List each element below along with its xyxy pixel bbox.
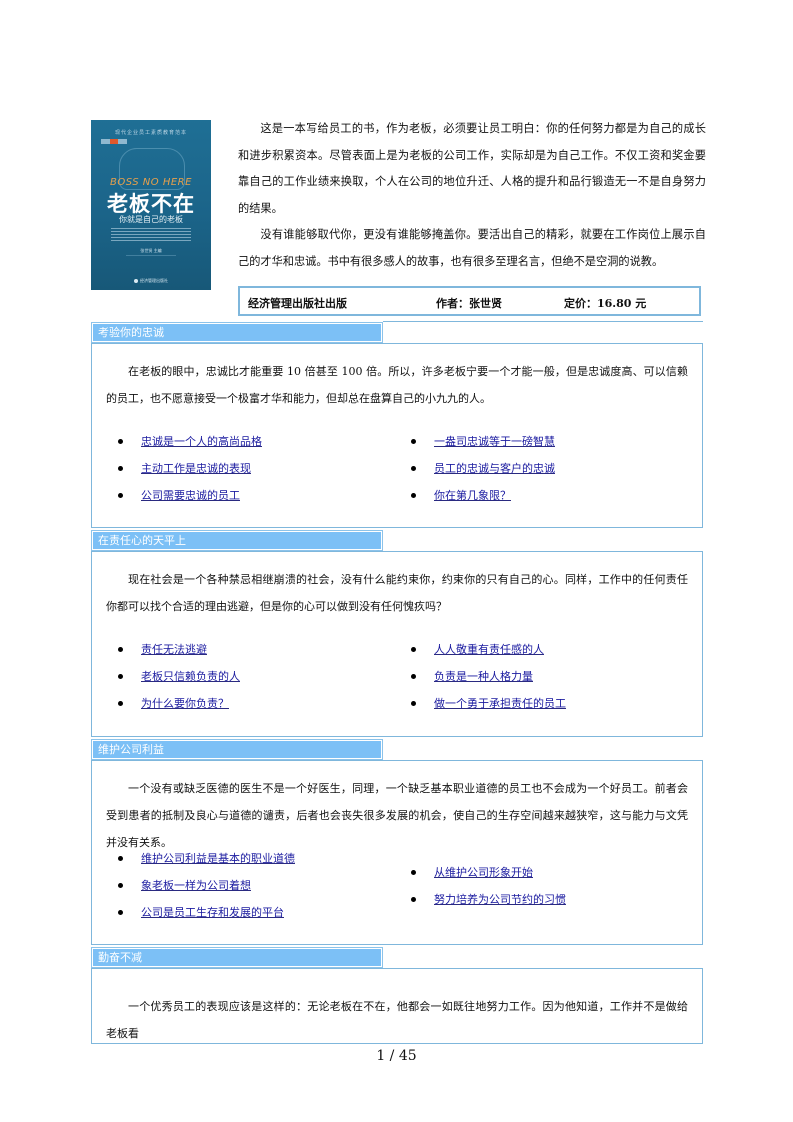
list-item: 公司需要忠诚的员工 xyxy=(116,482,396,509)
intro-paragraph: 这是一本写给员工的书，作为老板，必须要让员工明白：你的任何努力都是为自己的成长和… xyxy=(238,122,706,215)
section-title: 在责任心的天平上 xyxy=(91,530,383,551)
list-item: 做一个勇于承担责任的员工 xyxy=(409,690,689,717)
cover-subtitle: 你就是自己的老板 xyxy=(119,215,183,224)
bullet-icon xyxy=(411,647,416,652)
chapter-link[interactable]: 员工的忠诚与客户的忠诚 xyxy=(434,462,555,475)
price-label: 定价：16.80 元 xyxy=(564,297,647,310)
chapter-link[interactable]: 做一个勇于承担责任的员工 xyxy=(434,697,566,710)
bullet-icon xyxy=(411,674,416,679)
bullet-icon xyxy=(411,439,416,444)
list-item: 为什么要你负责？ xyxy=(116,690,396,717)
bullet-icon xyxy=(118,856,123,861)
section-title: 勤奋不减 xyxy=(91,947,383,968)
list-item: 忠诚是一个人的高尚品格 xyxy=(116,428,396,455)
list-item: 你在第几象限？ xyxy=(409,482,689,509)
book-info-bar: 经济管理出版社出版 作者：张世贤 定价：16.80 元 xyxy=(238,286,701,316)
list-item: 人人敬重有责任感的人 xyxy=(409,636,689,663)
bullet-icon xyxy=(411,701,416,706)
bullet-icon xyxy=(118,493,123,498)
chapter-link[interactable]: 主动工作是忠诚的表现 xyxy=(141,462,251,475)
chapter-link[interactable]: 你在第几象限？ xyxy=(434,489,511,502)
section-text: 在老板的眼中，忠诚比才能重要 10 倍甚至 100 倍。所以，许多老板宁要一个才… xyxy=(106,365,688,405)
cover-chair-legs xyxy=(126,255,176,274)
section-text: 一个优秀员工的表现应该是这样的：无论老板在不在，他都会一如既往地努力工作。因为他… xyxy=(106,1000,688,1040)
section-box-loyalty: 在老板的眼中，忠诚比才能重要 10 倍甚至 100 倍。所以，许多老板宁要一个才… xyxy=(91,343,703,528)
book-cover-image: 现代企业员工素质教育范本 BOSS NO HERE 老板不在 你就是自己的老板 … xyxy=(91,120,211,290)
bullet-icon xyxy=(411,493,416,498)
chapter-link[interactable]: 忠诚是一个人的高尚品格 xyxy=(141,435,262,448)
publisher-logo-icon xyxy=(134,279,138,283)
cover-series: 现代企业员工素质教育范本 xyxy=(114,130,187,136)
bullet-icon xyxy=(118,466,123,471)
section-title: 考验你的忠诚 xyxy=(91,322,383,343)
list-item: 努力培养为公司节约的习惯 xyxy=(409,886,689,913)
cover-publisher: 经济管理出版社 xyxy=(91,278,211,284)
bullet-icon xyxy=(411,897,416,902)
chapter-link[interactable]: 责任无法逃避 xyxy=(141,643,207,656)
author-label: 作者：张世贤 xyxy=(436,297,502,310)
list-item: 维护公司利益是基本的职业道德 xyxy=(116,845,396,872)
list-item: 负责是一种人格力量 xyxy=(409,663,689,690)
chapter-link[interactable]: 维护公司利益是基本的职业道德 xyxy=(141,852,295,865)
intro-paragraph: 没有谁能够取代你，更没有谁能够掩盖你。要活出自己的精彩，就要在工作岗位上展示自己… xyxy=(238,228,706,268)
chapter-link[interactable]: 为什么要你负责？ xyxy=(141,697,229,710)
list-item: 老板只信赖负责的人 xyxy=(116,663,396,690)
chapter-link[interactable]: 老板只信赖负责的人 xyxy=(141,670,240,683)
bullet-icon xyxy=(118,883,123,888)
section-text: 一个没有或缺乏医德的医生不是一个好医生，同理，一个缺乏基本职业道德的员工也不会成… xyxy=(106,782,688,849)
publisher-label: 经济管理出版社出版 xyxy=(248,297,347,310)
cover-badge xyxy=(101,139,127,144)
section-title: 维护公司利益 xyxy=(91,739,383,760)
page-number: 1 / 45 xyxy=(376,1048,417,1064)
bullet-icon xyxy=(118,701,123,706)
book-intro: 这是一本写给员工的书，作为老板，必须要让员工明白：你的任何努力都是为自己的成长和… xyxy=(238,116,706,275)
chapter-link[interactable]: 公司需要忠诚的员工 xyxy=(141,489,240,502)
chapter-link[interactable]: 象老板一样为公司着想 xyxy=(141,879,251,892)
bullet-icon xyxy=(118,674,123,679)
bullet-icon xyxy=(118,647,123,652)
chapter-link[interactable]: 一盎司忠诚等于一磅智慧 xyxy=(434,435,555,448)
chapter-link[interactable]: 人人敬重有责任感的人 xyxy=(434,643,544,656)
section-box-company-interest: 一个没有或缺乏医德的医生不是一个好医生，同理，一个缺乏基本职业道德的员工也不会成… xyxy=(91,760,703,945)
section-box-diligence: 一个优秀员工的表现应该是这样的：无论老板在不在，他都会一如既往地努力工作。因为他… xyxy=(91,968,703,1044)
list-item: 公司是员工生存和发展的平台 xyxy=(116,899,396,926)
chapter-link[interactable]: 从维护公司形象开始 xyxy=(434,866,533,879)
section-text: 现在社会是一个各种禁忌相继崩溃的社会，没有什么能约束你，约束你的只有自己的心。同… xyxy=(106,573,688,613)
section-box-responsibility: 现在社会是一个各种禁忌相继崩溃的社会，没有什么能约束你，约束你的只有自己的心。同… xyxy=(91,551,703,737)
cover-blurb xyxy=(111,228,191,242)
chapter-link[interactable]: 公司是员工生存和发展的平台 xyxy=(141,906,284,919)
bullet-icon xyxy=(118,439,123,444)
list-item: 象老板一样为公司着想 xyxy=(116,872,396,899)
bullet-icon xyxy=(411,870,416,875)
chapter-link[interactable]: 努力培养为公司节约的习惯 xyxy=(434,893,566,906)
bullet-icon xyxy=(118,910,123,915)
cover-author: 张世贤 主编 xyxy=(140,248,162,253)
list-item: 主动工作是忠诚的表现 xyxy=(116,455,396,482)
section-header-line xyxy=(383,321,703,322)
list-item: 一盎司忠诚等于一磅智慧 xyxy=(409,428,689,455)
list-item: 责任无法逃避 xyxy=(116,636,396,663)
list-item: 员工的忠诚与客户的忠诚 xyxy=(409,455,689,482)
bullet-icon xyxy=(411,466,416,471)
list-item: 从维护公司形象开始 xyxy=(409,859,689,886)
chapter-link[interactable]: 负责是一种人格力量 xyxy=(434,670,533,683)
cover-tagline: BOSS NO HERE xyxy=(110,177,192,188)
